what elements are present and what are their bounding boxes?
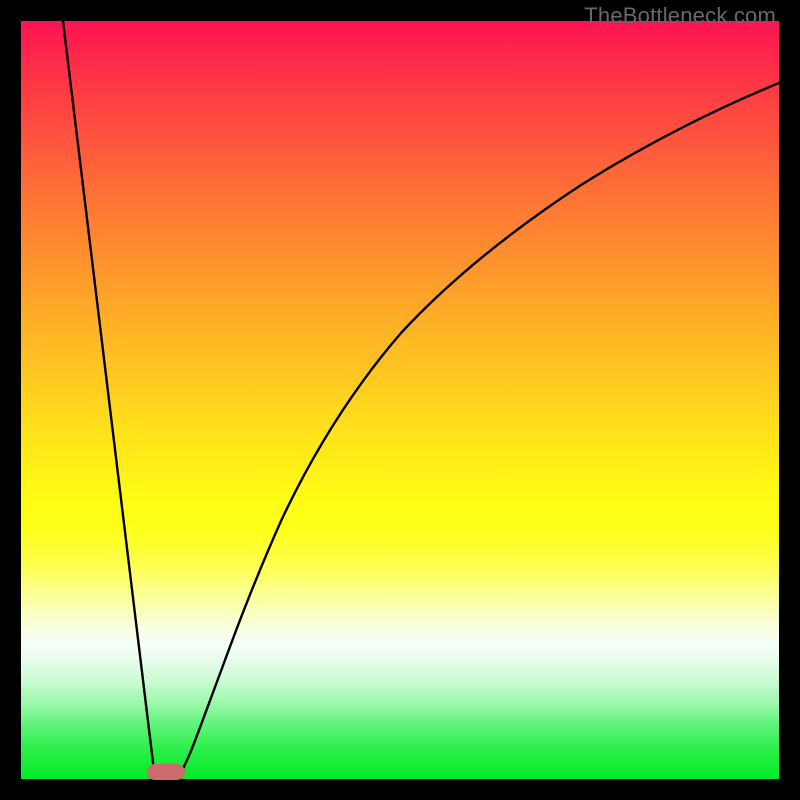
right-curve (178, 83, 779, 779)
curve-layer (21, 21, 779, 779)
bottleneck-marker (147, 764, 185, 780)
left-linear-segment (63, 21, 155, 779)
watermark-text: TheBottleneck.com (584, 3, 776, 29)
plot-area (21, 21, 779, 779)
